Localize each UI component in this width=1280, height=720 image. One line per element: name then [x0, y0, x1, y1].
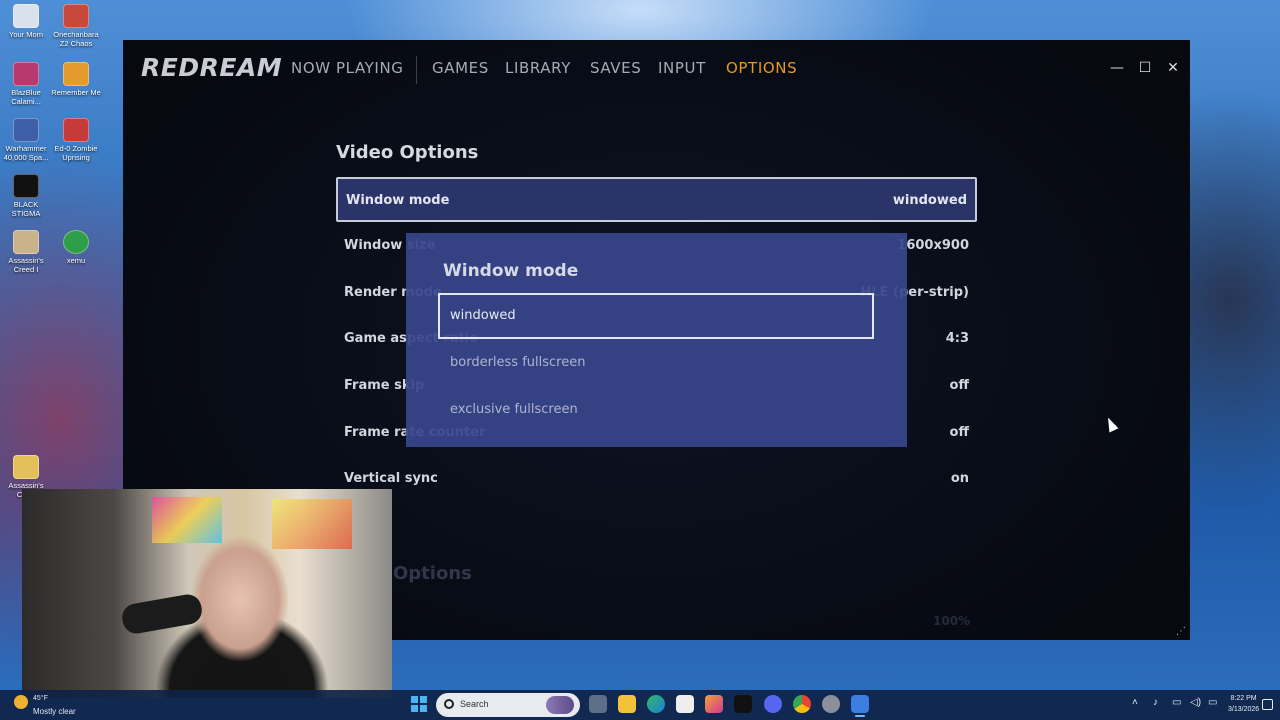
chrome-icon[interactable] [793, 695, 811, 713]
your-mom-icon [13, 4, 39, 28]
desktop-icon-label: xemu [66, 256, 86, 265]
nav-divider [416, 56, 417, 84]
nav-games[interactable]: GAMES [432, 59, 489, 77]
minimize-button[interactable]: — [1107, 58, 1127, 78]
option-value: off [949, 425, 969, 440]
desktop-icon-label: Ed-0 Zombie Uprising [54, 144, 98, 162]
option-window-mode[interactable]: Window mode windowed [336, 177, 977, 222]
taskbar-clock[interactable]: 8:22 PM 3/13/2026 [1228, 693, 1259, 715]
battery-icon[interactable]: ▭ [1208, 697, 1217, 708]
microphone-image [120, 592, 204, 636]
redream-logo: REDREAM [141, 53, 283, 82]
blazblue-icon [13, 62, 39, 86]
option-value: windowed [892, 193, 967, 208]
option-value: off [949, 378, 969, 393]
popup-choice-label: exclusive fullscreen [450, 402, 578, 417]
resize-grip-icon[interactable]: ⋰ [1176, 626, 1186, 637]
desktop-icon-remember-me[interactable]: Remember Me [50, 62, 102, 97]
section-title-faded: Options [393, 563, 472, 584]
popup-title: Window mode [443, 261, 579, 281]
option-value: on [950, 471, 969, 486]
option-vertical-sync[interactable]: Vertical sync on [336, 459, 977, 499]
nav-input[interactable]: INPUT [658, 59, 706, 77]
onechanbara-icon [63, 4, 89, 28]
desktop-icon-label: Warhammer 40,000 Spa... [3, 144, 49, 162]
desktop-icon-label: Your Mom [9, 30, 43, 39]
nav-now-playing[interactable]: NOW PLAYING [291, 59, 404, 77]
amazon-icon[interactable] [676, 695, 694, 713]
popup-choice-borderless-fullscreen[interactable]: borderless fullscreen [438, 340, 874, 386]
wall-poster-image [272, 499, 352, 549]
file-explorer-icon[interactable] [618, 695, 636, 713]
microphone-icon[interactable]: ♪ [1153, 697, 1158, 708]
option-value: 1600x900 [897, 238, 969, 253]
notification-icon[interactable] [1262, 699, 1273, 710]
desktop-icon-label: BlazBlue Calami... [11, 88, 41, 106]
maximize-button[interactable]: ☐ [1135, 58, 1155, 78]
ed0-zombie-icon [63, 118, 89, 142]
desktop-icon-blazblue[interactable]: BlazBlue Calami... [0, 62, 52, 106]
desktop-icon-label: Assassin's Creed I [8, 256, 44, 274]
windows-taskbar: 45°F Mostly clear Search ˄ ♪ ▭ ◁) ▭ 8:22… [0, 690, 1280, 720]
volume-icon[interactable]: ◁) [1190, 697, 1201, 708]
desktop-icon-label: Remember Me [51, 88, 101, 97]
desktop-icon-your-mom[interactable]: Your Mom [0, 4, 52, 39]
desktop-icon-xemu[interactable]: xemu [50, 230, 102, 265]
section-title-video-options: Video Options [336, 142, 479, 163]
wall-poster-image [152, 497, 222, 543]
desktop-icon-label: Onechanbara Z2 Chaos [53, 30, 99, 48]
folder-icon [13, 455, 39, 479]
window-mode-popup: Window mode windowed borderless fullscre… [406, 233, 907, 447]
desktop-icon-black-stigma[interactable]: BLACK STIGMA [0, 174, 52, 218]
clock-time: 8:22 PM [1230, 695, 1257, 702]
desktop-icon-warhammer[interactable]: Warhammer 40,000 Spa... [0, 118, 52, 162]
option-value: 4:3 [945, 331, 969, 346]
discord-icon[interactable] [764, 695, 782, 713]
desktop-icon-onechanbara[interactable]: Onechanbara Z2 Chaos [50, 4, 102, 48]
edge-browser-icon[interactable] [647, 695, 665, 713]
weather-condition: Mostly clear [33, 707, 76, 716]
settings-gear-icon[interactable] [822, 695, 840, 713]
nav-options[interactable]: OPTIONS [726, 59, 797, 77]
instagram-icon[interactable] [705, 695, 723, 713]
network-icon[interactable]: ▭ [1172, 697, 1181, 708]
nav-saves[interactable]: SAVES [590, 59, 641, 77]
chevron-up-icon[interactable]: ˄ [1132, 697, 1138, 708]
warhammer-icon [13, 118, 39, 142]
moon-weather-icon [14, 695, 28, 709]
redream-taskbar-icon[interactable] [851, 695, 869, 717]
desktop-icon-label: BLACK STIGMA [11, 200, 41, 218]
clock-date: 3/13/2026 [1228, 706, 1260, 713]
close-button[interactable]: ✕ [1163, 58, 1183, 78]
taskbar-search-box[interactable]: Search [436, 693, 580, 717]
desktop-icon-ed0-zombie[interactable]: Ed-0 Zombie Uprising [50, 118, 102, 162]
webcam-overlay [22, 489, 392, 698]
windows-start-icon[interactable] [411, 696, 427, 712]
popup-choice-windowed[interactable]: windowed [438, 293, 874, 339]
nav-library[interactable]: LIBRARY [505, 59, 571, 77]
task-view-icon[interactable] [589, 695, 607, 713]
faded-option-value: 100% [933, 614, 971, 628]
black-stigma-icon [13, 174, 39, 198]
assassins-creed-icon [13, 230, 39, 254]
x-twitter-icon[interactable] [734, 695, 752, 713]
xemu-icon [63, 230, 89, 254]
search-placeholder: Search [460, 699, 489, 709]
search-highlight-image [546, 696, 574, 714]
desktop-icon-assassins-creed[interactable]: Assassin's Creed I [0, 230, 52, 274]
option-label: Vertical sync [344, 471, 438, 486]
popup-choice-label: windowed [450, 308, 516, 323]
top-nav-bar: REDREAM NOW PLAYING GAMES LIBRARY SAVES … [123, 40, 1190, 96]
option-label: Window mode [346, 193, 450, 208]
remember-me-icon [63, 62, 89, 86]
popup-choice-label: borderless fullscreen [450, 355, 586, 370]
popup-choice-exclusive-fullscreen[interactable]: exclusive fullscreen [438, 387, 874, 433]
search-icon [444, 699, 454, 709]
weather-temperature: 45°F [33, 695, 48, 702]
